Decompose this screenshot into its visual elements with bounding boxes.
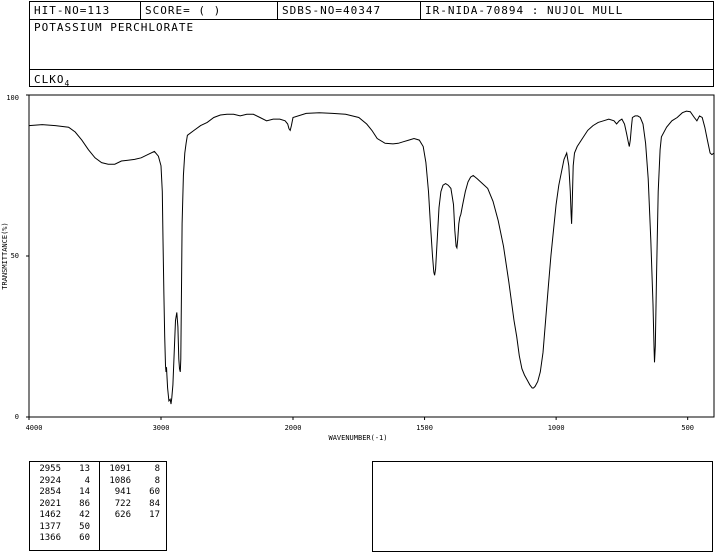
peak-row: 1377 50 [30,522,98,534]
peak-row: 1462 42 [30,510,98,522]
peak-wavenumber: 1377 [39,521,61,532]
x-tick-label: 1500 [416,424,433,432]
plot-frame [28,94,715,418]
x-tick-label: 1000 [548,424,565,432]
peak-wavenumber: 626 [114,510,131,520]
peak-wavenumber: 1366 [39,533,61,543]
peak-column-right: 1091 8 1086 8 941 60 722 84 626 17 [100,464,168,522]
peak-row: 626 17 [100,510,168,522]
peak-transmittance: 84 [149,498,160,509]
peak-transmittance: 60 [149,487,160,497]
spectrum-line [28,110,715,405]
peak-row: 2021 86 [30,499,98,511]
peak-wavenumber: 1086 [109,475,131,486]
x-tick-label: 500 [681,424,694,432]
ir-spectrum-chart: 0 50 100 4000 3000 2000 1500 1000 500 TRANSMITT… [1,94,715,442]
peak-transmittance: 8 [154,464,160,474]
peak-transmittance: 13 [79,464,90,474]
peak-row: 722 84 [100,499,168,511]
peak-row: 2924 4 [30,476,98,488]
peak-row: 2854 14 [30,487,98,499]
x-axis: 4000 3000 2000 1500 1000 500 [26,417,694,432]
y-tick-label: 50 [11,252,19,260]
y-axis: 0 50 100 [6,94,29,421]
y-axis-label: TRANSMITTANCE(%) [1,222,9,289]
x-tick-label: 4000 [26,424,43,432]
peak-row: 2955 13 [30,464,98,476]
peak-transmittance: 50 [79,521,90,532]
peak-row: 1366 60 [30,533,98,545]
peak-transmittance: 4 [84,475,90,486]
peak-wavenumber: 941 [114,487,131,497]
peak-wavenumber: 1091 [109,464,131,474]
peak-wavenumber: 722 [114,498,131,509]
x-axis-label: WAVENUMBER(-1) [328,434,387,442]
y-tick-label: 0 [15,413,19,421]
x-tick-label: 2000 [285,424,302,432]
peak-wavenumber: 1462 [39,510,61,520]
peak-row: 941 60 [100,487,168,499]
peak-wavenumber: 2021 [39,498,61,509]
structure-box [372,461,713,552]
peak-transmittance: 86 [79,498,90,509]
y-tick-label: 100 [6,94,19,102]
peak-transmittance: 17 [149,510,160,520]
peak-wavenumber: 2854 [39,487,61,497]
peak-column-left: 2955 13 2924 4 2854 14 2021 86 1462 42 1377 50 1366 6… [30,464,98,545]
peak-table: 2955 13 2924 4 2854 14 2021 86 1462 42 1377 50 1366 6… [29,461,167,551]
peak-row: 1091 8 [100,464,168,476]
peak-row: 1086 8 [100,476,168,488]
peak-transmittance: 42 [79,510,90,520]
peak-wavenumber: 2955 [39,464,61,474]
peak-transmittance: 60 [79,533,90,543]
peak-transmittance: 14 [79,487,90,497]
peak-transmittance: 8 [154,475,160,486]
peak-wavenumber: 2924 [39,475,61,486]
x-tick-label: 3000 [153,424,170,432]
